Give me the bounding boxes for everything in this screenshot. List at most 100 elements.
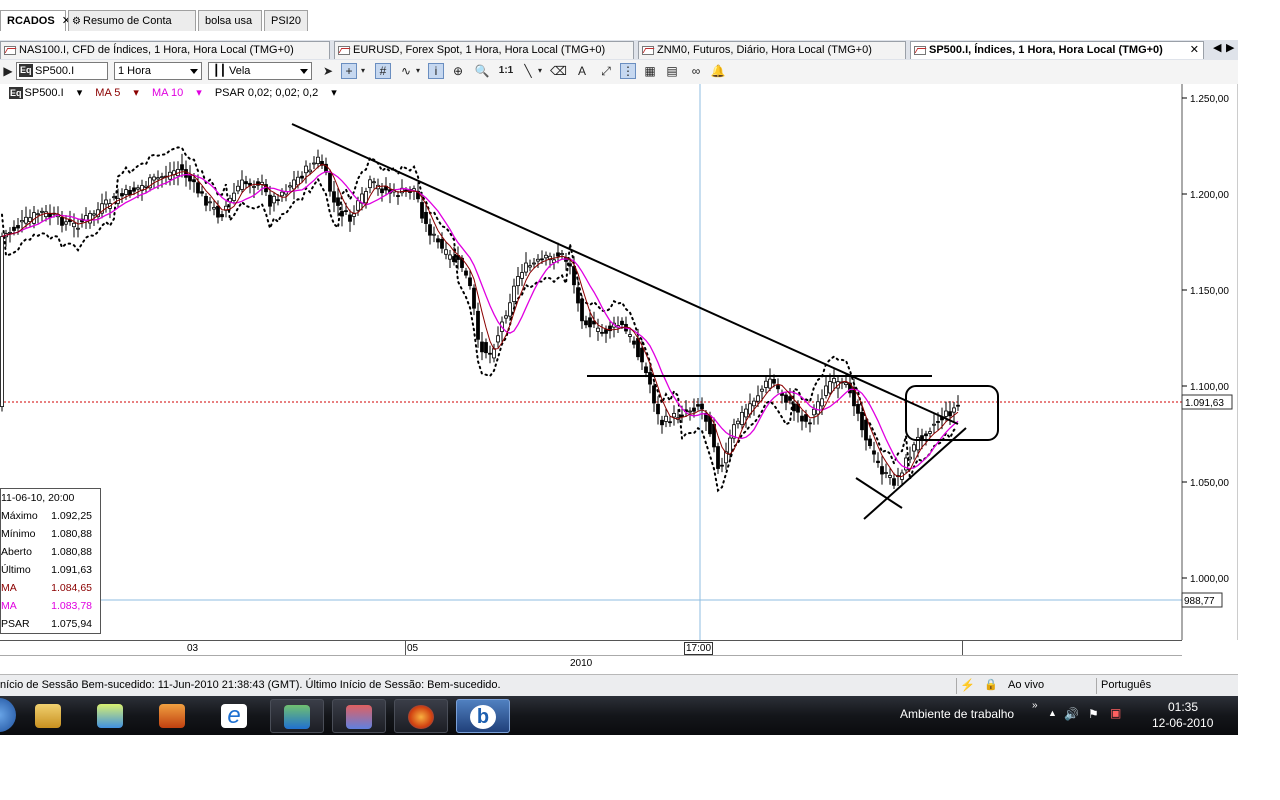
legend-psar[interactable]: PSAR 0,02; 0,02; 0,2 ▾ (215, 87, 337, 99)
info-row: Aberto 1.080,88 (1, 546, 92, 558)
zoom-box-icon[interactable]: ⊕ (450, 63, 466, 79)
tab-resumo-de-conta[interactable]: ⚙ Resumo de Conta (68, 10, 196, 31)
taskbar-photos[interactable] (84, 699, 138, 733)
candle-body (912, 444, 916, 452)
start-button[interactable] (0, 698, 16, 732)
candle-body (936, 421, 940, 423)
cursor-arrow-icon[interactable]: ➤ (320, 63, 336, 79)
candle-body (640, 347, 644, 363)
flag-icon[interactable]: ⚑ (1088, 707, 1099, 721)
expand-arrows-icon[interactable]: ⤢ (598, 63, 614, 79)
scroll-left-icon[interactable]: ◀ (1213, 41, 1221, 54)
candle-body (276, 199, 280, 202)
candle-icon: ┃┃ (213, 65, 227, 77)
volume-icon[interactable]: 🔊 (1064, 707, 1079, 721)
zoom-icon[interactable]: 🔍 (474, 63, 490, 79)
candle-body (36, 213, 40, 216)
show-hidden-icons[interactable]: ▲ (1048, 708, 1057, 718)
candle-body (772, 379, 776, 384)
chart-style-select[interactable]: ┃┃ Vela (208, 62, 312, 80)
chart-tab-eurusd[interactable]: EURUSD, Forex Spot, 1 Hora, Hora Local (… (334, 41, 634, 59)
close-icon[interactable]: ✕ (1190, 42, 1199, 59)
candle-body (804, 414, 808, 422)
windows-taskbar: e b Ambiente de trabalho » ▲ 🔊 ⚑ ▣ 01:35… (0, 696, 1238, 735)
crosshair-icon[interactable]: + (341, 63, 357, 79)
taskbar-internet-explorer[interactable]: e (208, 699, 262, 733)
system-tray: Ambiente de trabalho » ▲ 🔊 ⚑ ▣ 01:35 12-… (898, 696, 1238, 735)
candle-body (332, 191, 336, 203)
candle-body (8, 231, 12, 234)
equity-icon: Eq (9, 87, 23, 99)
candle-body (180, 164, 184, 171)
candle-body (844, 382, 848, 386)
chart-tab-znm0[interactable]: ZNM0, Futuros, Diário, Hora Local (TMG+0… (638, 41, 906, 59)
candle-body (716, 446, 720, 469)
candle-body (328, 172, 332, 192)
candle-body (956, 404, 960, 407)
interval-select[interactable]: 1 Hora (114, 62, 202, 80)
alert-bell-icon[interactable]: 🔔 (710, 63, 726, 79)
candle-body (740, 411, 744, 426)
candle-body (560, 253, 564, 256)
candle-body (124, 189, 128, 195)
compare-icon[interactable]: ▤ (664, 63, 680, 79)
time-axis[interactable]: 03 05 17:00 2010 (0, 640, 1182, 671)
clock-date[interactable]: 12-06-2010 (1152, 716, 1213, 730)
chevron-down-icon[interactable]: ▾ (413, 63, 423, 79)
clock-time[interactable]: 01:35 (1168, 700, 1198, 714)
symbol-input[interactable]: Eq SP500.I (16, 62, 108, 80)
scroll-right-icon[interactable]: ▶ (1226, 41, 1234, 54)
wave-icon[interactable]: ∿ (398, 63, 414, 79)
candle-body (468, 277, 472, 287)
taskbar-explorer[interactable] (22, 699, 76, 733)
taskbar-paint[interactable] (332, 699, 386, 733)
candle-body (736, 420, 740, 425)
candle-body (288, 185, 292, 188)
language-indicator[interactable]: Português (1101, 675, 1151, 696)
eraser-icon[interactable]: ⌫ (550, 63, 567, 79)
candle-body (404, 189, 408, 192)
photos-icon (97, 704, 123, 728)
chart-tab-sp500[interactable]: SP500.I, Índices, 1 Hora, Hora Local (TM… (910, 41, 1204, 59)
info-icon[interactable]: i (428, 63, 444, 79)
candle-body (800, 415, 804, 422)
taskbar-trading-app[interactable]: b (456, 699, 510, 733)
taskbar-firefox[interactable] (394, 699, 448, 733)
chevron-down-icon[interactable]: ▾ (535, 63, 545, 79)
expand-icon[interactable]: ▶ (0, 63, 16, 79)
taskbar-messenger[interactable] (270, 699, 324, 733)
legend-ma5[interactable]: MA 5 ▾ (95, 87, 139, 99)
equity-icon: Eq (19, 64, 33, 77)
link-icon[interactable]: ∞ (688, 63, 704, 79)
candle-body (648, 372, 652, 385)
grid-icon[interactable]: # (375, 63, 391, 79)
zoom-reset-button[interactable]: 1:1 (496, 63, 516, 79)
candle-body (220, 214, 224, 218)
candle-body (252, 186, 256, 188)
magnet-icon[interactable]: ⋮ (620, 63, 636, 79)
tab-mercados[interactable]: RCADOS ✕ (0, 10, 71, 31)
candle-body (788, 396, 792, 401)
legend-ma10[interactable]: MA 10 ▾ (152, 87, 202, 99)
text-tool-icon[interactable]: A (574, 63, 590, 79)
candle-body (204, 195, 208, 206)
layout-icon[interactable]: ▦ (642, 63, 658, 79)
candle-body (928, 431, 932, 434)
legend-symbol[interactable]: SP500.I ▾ (25, 87, 83, 99)
tab-bolsa-usa[interactable]: bolsa usa (198, 10, 262, 31)
chart-tab-nas100[interactable]: NAS100.I, CFD de Índices, 1 Hora, Hora L… (0, 41, 330, 59)
desktop-toolbar-label[interactable]: Ambiente de trabalho (900, 707, 1014, 721)
price-chart[interactable]: 1.250,00 1.200,00 1.150,00 1.100,00 1.05… (0, 84, 1238, 640)
info-row-ma10: MA 1.083,78 (1, 600, 92, 612)
chevron-down-icon[interactable]: ▾ (358, 63, 368, 79)
trendline-icon[interactable]: ╲ (520, 63, 536, 79)
candle-body (948, 411, 952, 417)
chevron-right-icon[interactable]: » (1032, 700, 1038, 711)
network-icon[interactable]: ▣ (1110, 706, 1121, 720)
signal-icon[interactable]: ⚡ (960, 675, 975, 696)
candle-body (872, 450, 876, 455)
tab-psi20[interactable]: PSI20 (264, 10, 308, 31)
candle-body (768, 378, 772, 389)
taskbar-media-player[interactable] (146, 699, 200, 733)
candle-body (136, 187, 140, 190)
